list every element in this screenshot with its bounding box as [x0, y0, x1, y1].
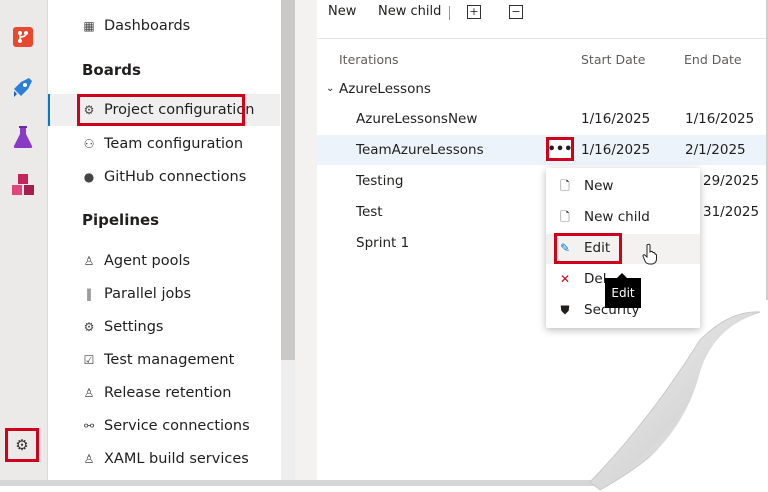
azure-devops-page: ⚙ ▦ Dashboards Boards ⚙ Project configur…	[0, 0, 766, 480]
sidebar-item-label: Parallel jobs	[104, 286, 192, 302]
pane-divider	[295, 0, 317, 480]
more-actions-button[interactable]: •••	[546, 137, 574, 161]
new-button[interactable]: New	[328, 4, 356, 19]
start-date: 1/16/2025	[581, 111, 651, 127]
boards-heading: Boards	[82, 61, 141, 79]
collapse-all-icon[interactable]: −	[509, 5, 523, 19]
dashboard-icon: ▦	[83, 19, 95, 33]
new-item-icon: 🗋	[560, 179, 570, 193]
new-child-icon: 🗋	[560, 210, 570, 224]
end-date: 29/2025	[703, 173, 760, 189]
sidebar-scrollbar-thumb[interactable]	[281, 0, 295, 360]
start-date: 1/16/2025	[581, 142, 651, 158]
toolbar-divider	[317, 38, 766, 39]
parallel-jobs-icon: ‖	[86, 287, 92, 301]
sidebar-item-label: Release retention	[104, 385, 232, 401]
sidebar-item-xaml-build-services[interactable]: ♙ XAML build services	[48, 443, 280, 475]
table-row-selected[interactable]: TeamAzureLessons 1/16/2025 2/1/2025	[317, 135, 766, 165]
menu-item-new-child[interactable]: 🗋 New child	[546, 203, 700, 233]
column-header-iterations[interactable]: Iterations	[339, 52, 399, 67]
sidebar-item-parallel-jobs[interactable]: ‖ Parallel jobs	[48, 278, 280, 310]
release-retention-icon: ♙	[83, 386, 95, 400]
chevron-down-icon[interactable]: ⌄	[326, 83, 334, 94]
test-plans-icon[interactable]	[10, 124, 36, 150]
sidebar-item-github-connections[interactable]: ● GitHub connections	[48, 161, 280, 193]
iteration-name: Test	[356, 204, 383, 220]
table-row[interactable]: ⌄ AzureLessons	[317, 74, 766, 104]
sidebar-item-label: Dashboards	[104, 18, 191, 34]
repos-icon[interactable]	[10, 24, 36, 50]
edit-tooltip: Edit	[605, 273, 641, 308]
iteration-name: Sprint 1	[356, 235, 410, 251]
new-child-button[interactable]: New child	[378, 4, 441, 19]
column-header-end-date[interactable]: End Date	[684, 52, 742, 67]
iteration-name: AzureLessonsNew	[356, 111, 478, 127]
hand-cursor-icon	[642, 243, 657, 265]
end-date: 2/1/2025	[685, 142, 746, 158]
iteration-name: TeamAzureLessons	[356, 142, 484, 158]
sidebar-item-team-configuration[interactable]: ⚇ Team configuration	[48, 128, 280, 160]
agent-pool-icon: ♙	[83, 254, 95, 268]
gear-icon: ⚙	[15, 436, 29, 454]
menu-item-new[interactable]: 🗋 New	[546, 172, 700, 202]
pipelines-icon[interactable]	[10, 74, 36, 100]
sidebar-item-label: XAML build services	[104, 451, 249, 467]
active-indicator	[48, 94, 50, 126]
column-header-start-date[interactable]: Start Date	[581, 52, 645, 67]
artifacts-icon[interactable]	[10, 172, 36, 198]
delete-icon: ✕	[559, 272, 571, 286]
build-service-icon: ♙	[83, 452, 95, 466]
toolbar-separator	[449, 6, 450, 20]
sidebar-item-settings[interactable]: ⚙ Settings	[48, 311, 280, 343]
sidebar-item-label: Team configuration	[104, 136, 244, 152]
test-management-icon: ☑	[83, 353, 95, 367]
expand-all-icon[interactable]: +	[467, 5, 481, 19]
sidebar-item-service-connections[interactable]: ⚯ Service connections	[48, 410, 280, 442]
sidebar-item-agent-pools[interactable]: ♙ Agent pools	[48, 245, 280, 277]
highlight-box-project-configuration	[77, 94, 245, 126]
iteration-name: AzureLessons	[339, 81, 431, 97]
sidebar-item-label: GitHub connections	[104, 169, 247, 185]
sidebar-item-label: Service connections	[104, 418, 250, 434]
pipelines-heading: Pipelines	[82, 211, 160, 229]
sidebar-item-label: Agent pools	[104, 253, 191, 269]
sidebar-item-label: Settings	[104, 319, 164, 335]
sidebar-item-release-retention[interactable]: ♙ Release retention	[48, 377, 280, 409]
sidebar-item-test-management[interactable]: ☑ Test management	[48, 344, 280, 376]
sidebar-item-dashboards[interactable]: ▦ Dashboards	[48, 10, 280, 42]
shield-icon: ⛊	[560, 303, 570, 317]
team-icon: ⚇	[83, 137, 95, 151]
table-row[interactable]: AzureLessonsNew 1/16/2025 1/16/2025	[317, 104, 766, 134]
end-date: 31/2025	[703, 204, 760, 220]
app-rail: ⚙	[0, 0, 48, 480]
sidebar-item-label: Test management	[104, 352, 235, 368]
end-date: 1/16/2025	[685, 111, 755, 127]
highlight-box-edit	[554, 233, 622, 264]
service-connection-icon: ⚯	[83, 419, 95, 433]
iteration-name: Testing	[356, 173, 404, 189]
project-settings-button[interactable]: ⚙	[5, 428, 39, 462]
gear-icon: ⚙	[83, 320, 95, 334]
github-icon: ●	[83, 170, 95, 184]
